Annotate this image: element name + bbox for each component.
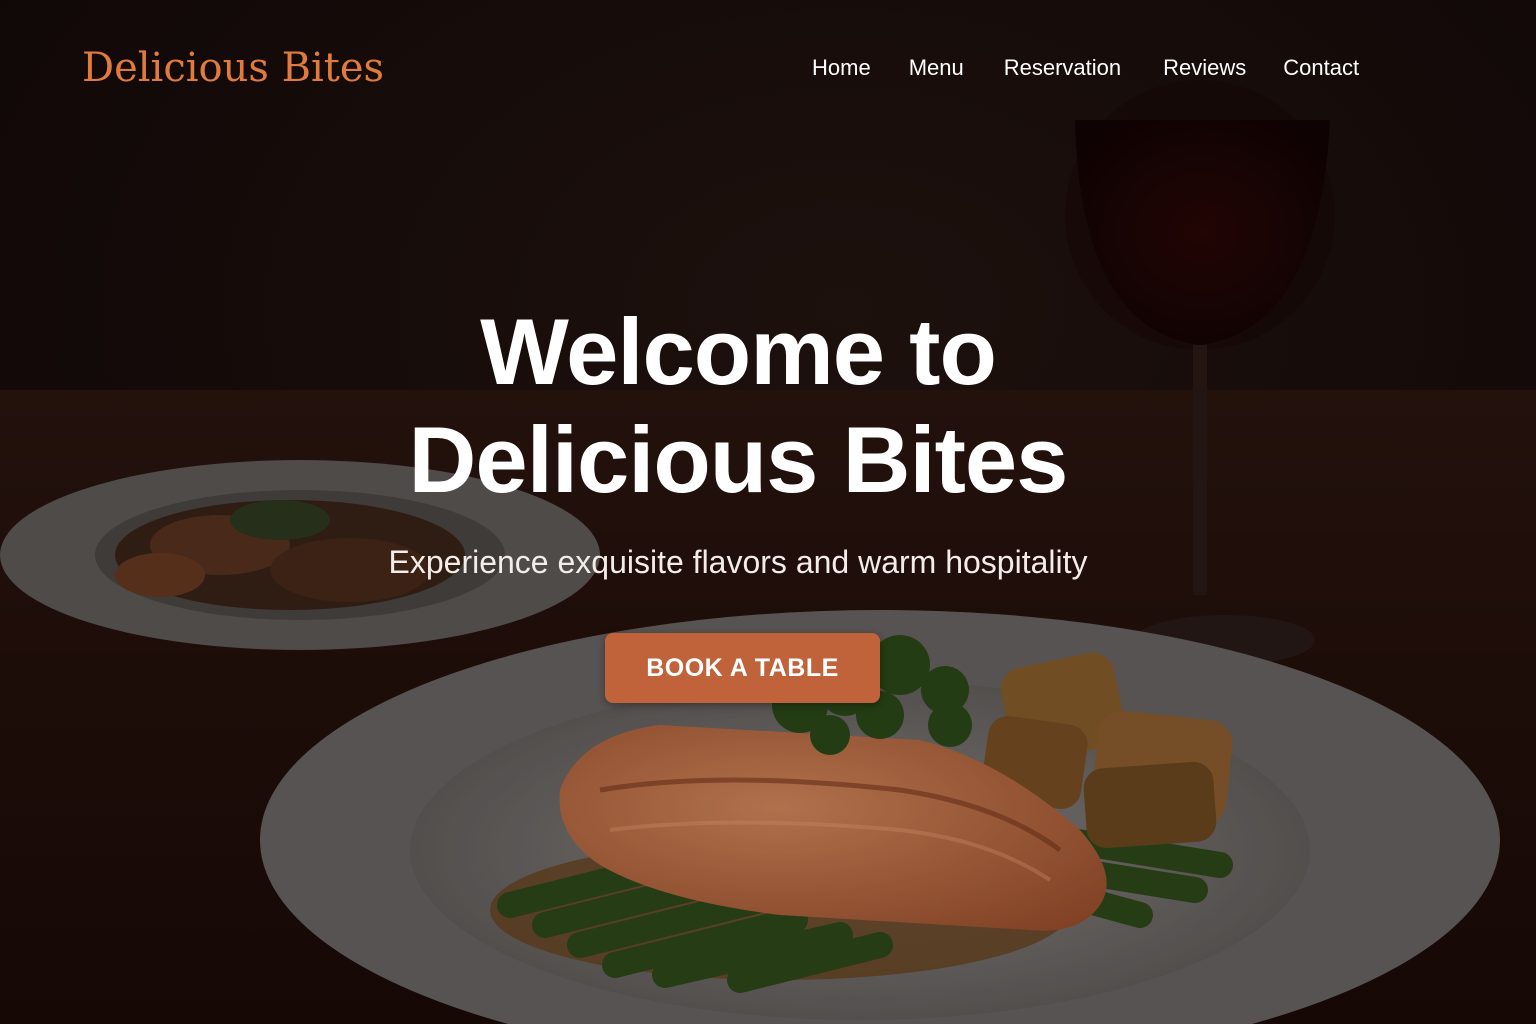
nav-item-reviews[interactable]: Reviews bbox=[1163, 54, 1246, 82]
brand-logo[interactable]: Delicious Bites bbox=[82, 44, 384, 92]
hero-title-line-2: Delicious Bites bbox=[408, 407, 1069, 512]
nav-item-contact[interactable]: Contact bbox=[1283, 54, 1359, 82]
nav-item-home[interactable]: Home bbox=[812, 54, 871, 82]
hero-content: Welcome to Delicious Bites Experience ex… bbox=[0, 298, 1476, 582]
main-nav: Home Menu Reservation Reviews Contact bbox=[812, 54, 1359, 82]
hero-title-line-1: Welcome to bbox=[480, 299, 997, 404]
landing-page: Delicious Bites Home Menu Reservation Re… bbox=[0, 0, 1536, 1024]
nav-item-reservation[interactable]: Reservation bbox=[1004, 54, 1121, 82]
nav-item-menu[interactable]: Menu bbox=[909, 54, 964, 82]
book-a-table-button[interactable]: BOOK A TABLE bbox=[605, 633, 880, 703]
hero-subtitle: Experience exquisite flavors and warm ho… bbox=[388, 544, 1088, 580]
hero-title: Welcome to Delicious Bites bbox=[0, 298, 1476, 514]
